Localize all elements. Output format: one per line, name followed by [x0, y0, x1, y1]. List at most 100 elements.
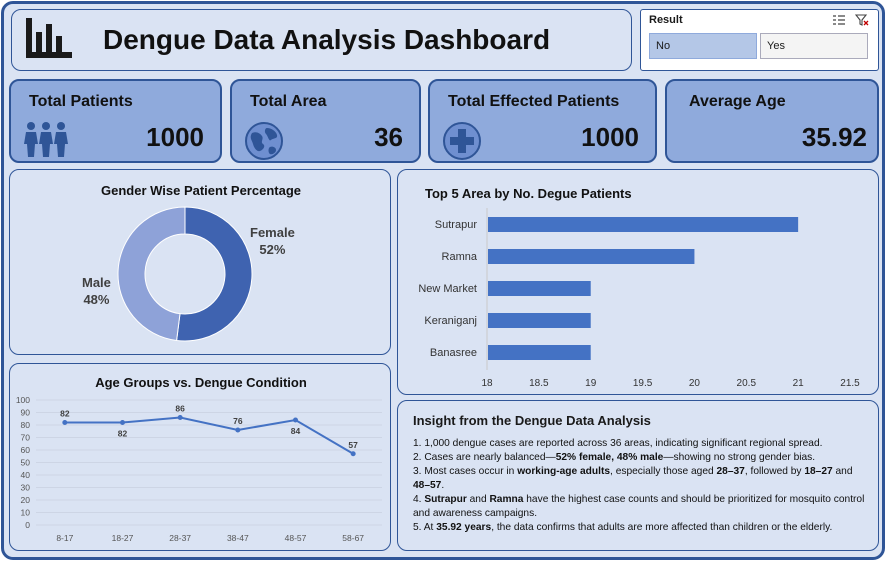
- insight-text: 5. At: [413, 522, 437, 533]
- male-percent: 48%: [83, 292, 110, 307]
- kpi-title: Total Area: [250, 93, 327, 110]
- slicer-option-yes[interactable]: Yes: [760, 33, 868, 59]
- top-area-chart-panel: Top 5 Area by No. Degue Patients Sutrapu…: [397, 169, 879, 395]
- insight-text: and: [466, 494, 490, 505]
- insight-title: Insight from the Dengue Data Analysis: [413, 413, 651, 428]
- insight-line: 3. Most cases occur in working-age adult…: [413, 465, 868, 493]
- bar-chart-icon: [26, 18, 72, 58]
- kpi-title: Total Effected Patients: [448, 93, 620, 110]
- data-point: [293, 417, 298, 423]
- x-tick-label: 19: [585, 378, 597, 389]
- y-tick-label: 10: [21, 508, 31, 518]
- insight-emphasis: 48–57: [413, 480, 442, 491]
- x-tick-label: 21.5: [840, 378, 860, 389]
- age-group-chart-panel: Age Groups vs. Dengue Condition 0 10 20 30 4…: [9, 363, 391, 551]
- y-tick-label: 70: [21, 433, 31, 443]
- kpi-total-patients: Total Patients 1000: [9, 79, 222, 163]
- kpi-value: 1000: [146, 122, 204, 152]
- y-tick-label: 100: [16, 395, 30, 405]
- data-point: [235, 427, 241, 433]
- insight-emphasis: 18–27: [804, 466, 833, 477]
- insight-line: 4. Sutrapur and Ramna have the highest c…: [413, 493, 868, 521]
- y-tick-label: 40: [21, 470, 31, 480]
- top-area-bar-chart: Sutrapur Ramna New Market Keraniganj Banasre…: [418, 208, 860, 389]
- data-point: [62, 420, 68, 425]
- bar-sutrapur: [488, 217, 799, 232]
- insight-text: and: [832, 466, 853, 477]
- insight-panel: Insight from the Dengue Data Analysis 1.…: [397, 400, 879, 551]
- medical-cross-icon: [443, 122, 481, 160]
- insight-text: 3. Most cases occur in: [413, 466, 518, 477]
- bar-category-label: Ramna: [442, 251, 478, 263]
- multi-select-icon[interactable]: [832, 14, 846, 26]
- x-tick-label: 18.5: [529, 378, 549, 389]
- gender-chart-panel: Gender Wise Patient Percentage Female 52…: [9, 169, 391, 355]
- x-tick-label: 8-17: [56, 533, 73, 543]
- insight-emphasis: 35.92 years: [436, 522, 492, 533]
- bar-new-market: [488, 281, 591, 296]
- slicer-option-no[interactable]: No: [649, 33, 757, 59]
- y-tick-label: 0: [25, 520, 30, 530]
- donut-label-female: Female 52%: [250, 224, 295, 258]
- x-tick-label: 20: [689, 378, 701, 389]
- y-tick-label: 80: [21, 420, 31, 430]
- insight-text: .: [441, 480, 445, 491]
- data-label: 82: [60, 409, 70, 419]
- bar-category-label: Keraniganj: [424, 315, 477, 327]
- x-tick-label: 19.5: [633, 378, 653, 389]
- bar-category-label: Banasree: [430, 347, 477, 359]
- bar-category-label: New Market: [418, 283, 477, 295]
- insight-text: 4.: [413, 494, 425, 505]
- insight-emphasis: Ramna: [489, 494, 524, 505]
- bar-category-label: Sutrapur: [435, 219, 478, 231]
- insight-emphasis: 52% female, 48% male: [555, 452, 664, 463]
- result-slicer[interactable]: Result No Yes: [640, 9, 879, 71]
- kpi-title: Average Age: [689, 93, 786, 110]
- x-tick-label: 28-37: [169, 533, 191, 543]
- y-tick-label: 90: [21, 408, 31, 418]
- kpi-title: Total Patients: [29, 93, 133, 110]
- bar-keraniganj: [488, 313, 591, 328]
- clear-filter-icon[interactable]: [855, 14, 869, 26]
- insight-line: 2. Cases are nearly balanced—52% female,…: [413, 451, 868, 465]
- data-label: 86: [175, 404, 185, 414]
- x-tick-label: 20.5: [737, 378, 757, 389]
- insight-text: , especially those aged: [610, 466, 717, 477]
- insight-text: , followed by: [744, 466, 805, 477]
- bar-banasree: [488, 345, 591, 360]
- data-point: [177, 415, 183, 420]
- insight-line: 5. At 35.92 years, the data confirms tha…: [413, 521, 868, 535]
- donut-slice-male: [117, 206, 186, 342]
- y-tick-label: 60: [21, 445, 31, 455]
- kpi-average-age: Average Age 35.92: [665, 79, 879, 163]
- series-line: [64, 416, 354, 455]
- slicer-title: Result: [649, 14, 683, 26]
- globe-icon: [245, 122, 283, 160]
- people-icon: [24, 122, 68, 157]
- x-tick-label: 18: [481, 378, 493, 389]
- insight-text: 2. Cases are nearly balanced—: [413, 452, 556, 463]
- data-point: [350, 451, 356, 457]
- data-label: 57: [348, 440, 358, 450]
- y-tick-label: 20: [21, 495, 31, 505]
- female-label: Female: [250, 225, 295, 240]
- header-panel: Dengue Data Analysis Dashboard: [11, 9, 632, 71]
- data-label: 84: [291, 426, 301, 436]
- insight-emphasis: working-age adults: [517, 466, 611, 477]
- x-tick-label: 38-47: [227, 533, 249, 543]
- x-tick-label: 21: [793, 378, 805, 389]
- x-tick-label: 48-57: [285, 533, 307, 543]
- insight-emphasis: Sutrapur: [424, 494, 467, 505]
- male-label: Male: [82, 275, 111, 290]
- insight-line: 1. 1,000 dengue cases are reported acros…: [413, 437, 868, 451]
- kpi-value: 36: [374, 122, 403, 152]
- kpi-total-effected-patients: Total Effected Patients 1000: [428, 79, 657, 163]
- insight-text: , the data confirms that adults are more…: [491, 522, 833, 533]
- insight-text: —showing no strong gender bias.: [663, 452, 816, 463]
- data-label: 76: [233, 416, 243, 426]
- kpi-total-area: Total Area 36: [230, 79, 421, 163]
- page-title: Dengue Data Analysis Dashboard: [103, 24, 551, 55]
- insight-emphasis: 28–37: [716, 466, 745, 477]
- x-tick-label: 18-27: [112, 533, 134, 543]
- kpi-value: 35.92: [801, 122, 867, 152]
